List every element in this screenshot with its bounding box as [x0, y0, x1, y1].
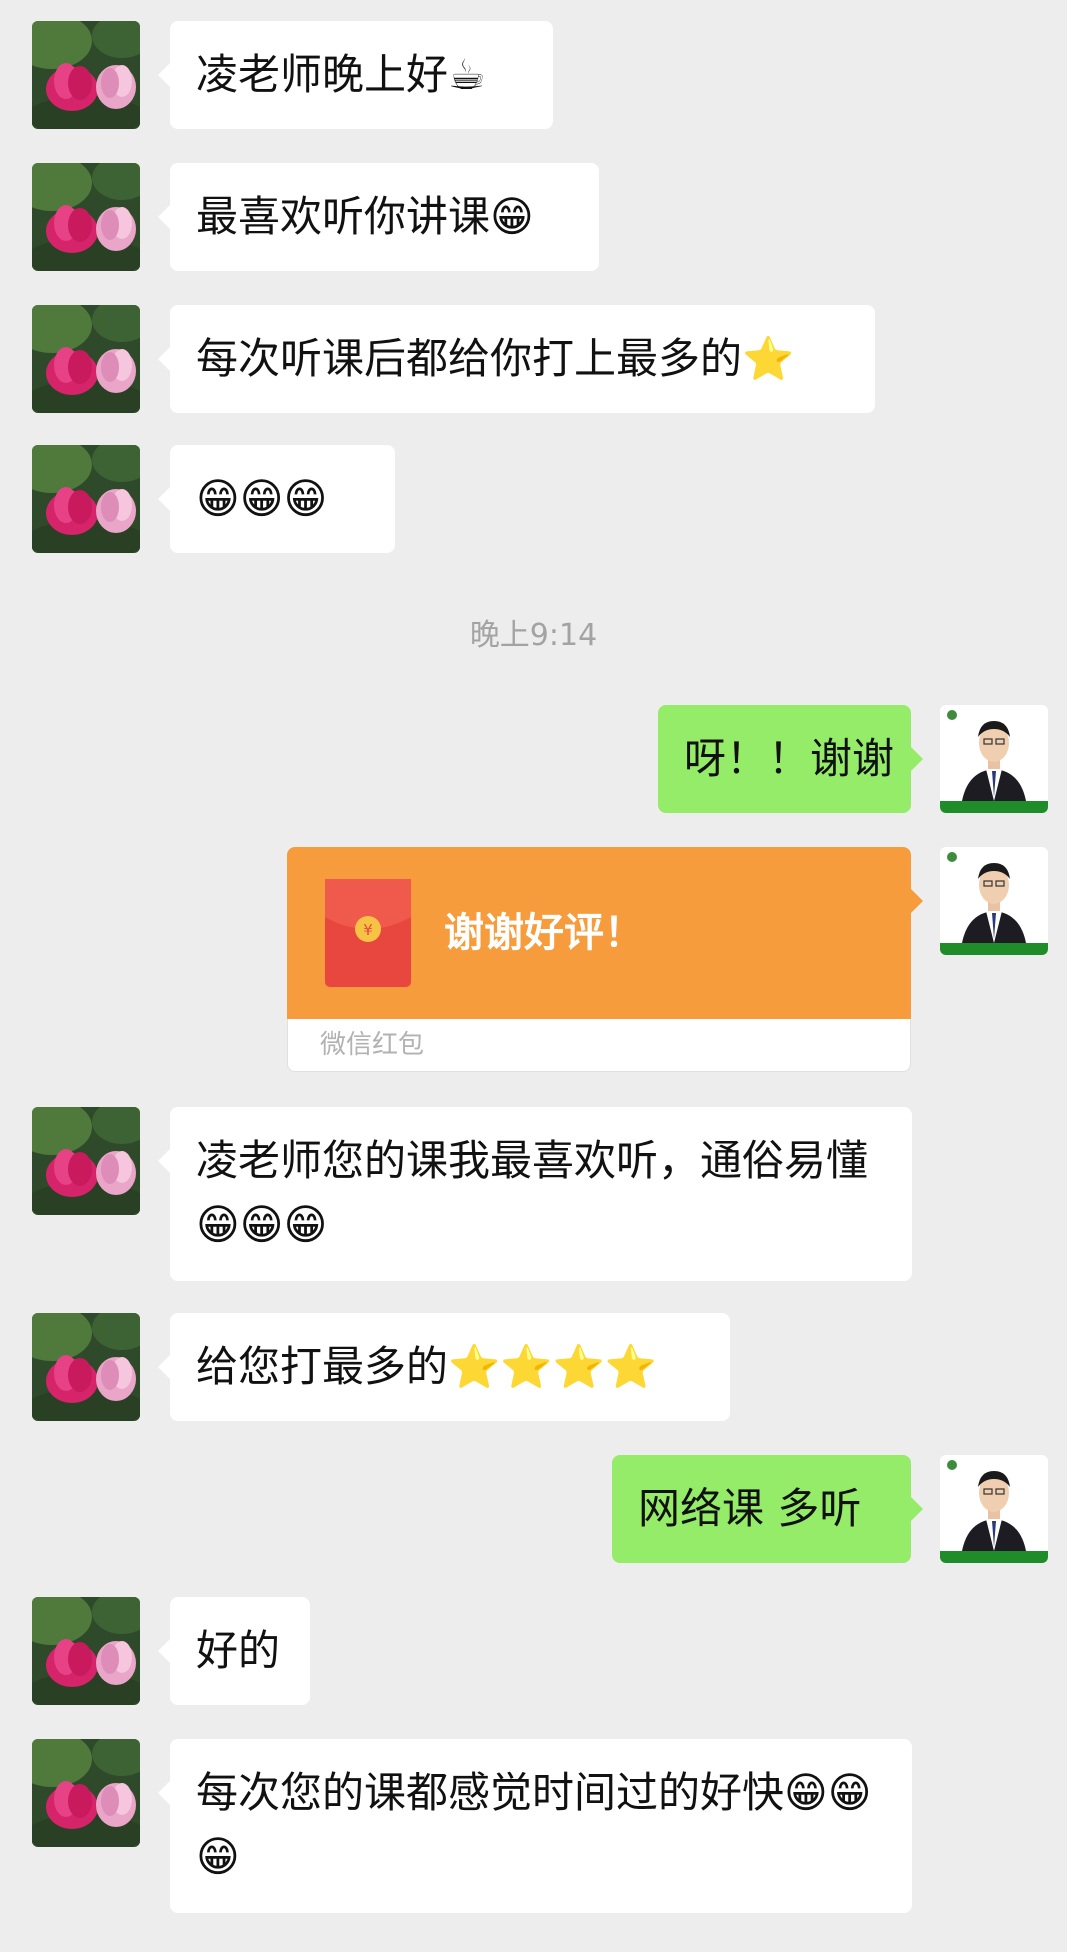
message-text: 凌老师晚上好☕ [196, 50, 486, 99]
self-avatar[interactable] [940, 1455, 1048, 1563]
red-envelope-icon: ¥ [325, 879, 411, 987]
red-packet-card[interactable]: ¥ 谢谢好评！ 微信红包 [287, 847, 923, 1072]
lotus-avatar-icon [32, 305, 140, 413]
lotus-avatar-icon [32, 1739, 140, 1847]
message-bubble-incoming[interactable]: 凌老师您的课我最喜欢听，通俗易懂😁😁😁 [158, 1107, 912, 1281]
message-text: 每次听课后都给你打上最多的⭐ [196, 334, 795, 383]
contact-avatar[interactable] [32, 445, 140, 553]
contact-avatar[interactable] [32, 1739, 140, 1847]
message-text: 网络课 多听 [638, 1484, 862, 1533]
lotus-avatar-icon [32, 1313, 140, 1421]
lotus-avatar-icon [32, 445, 140, 553]
message-text: 给您打最多的⭐⭐⭐⭐ [196, 1342, 658, 1391]
red-packet-body[interactable]: ¥ 谢谢好评！ [287, 847, 923, 1019]
message-text: 好的 [196, 1626, 281, 1675]
message-bubble-outgoing[interactable]: 呀！！谢谢 [658, 705, 923, 813]
message-bubble-incoming[interactable]: 给您打最多的⭐⭐⭐⭐ [158, 1313, 730, 1421]
red-packet-message: 谢谢好评！ [444, 910, 644, 956]
lotus-avatar-icon [32, 1597, 140, 1705]
lotus-avatar-icon [32, 21, 140, 129]
message-text: 每次您的课都感觉时间过的好快😁😁😁 [196, 1768, 872, 1881]
message-text: 最喜欢听你讲课😁 [196, 192, 534, 241]
contact-avatar[interactable] [32, 21, 140, 129]
suit-avatar-icon [940, 847, 1048, 955]
self-avatar[interactable] [940, 705, 1048, 813]
message-bubble-incoming[interactable]: 最喜欢听你讲课😁 [158, 163, 599, 271]
contact-avatar[interactable] [32, 305, 140, 413]
self-avatar[interactable] [940, 847, 1048, 955]
message-bubble-incoming[interactable]: 好的 [158, 1597, 310, 1705]
message-bubble-outgoing[interactable]: 网络课 多听 [612, 1455, 923, 1563]
contact-avatar[interactable] [32, 1313, 140, 1421]
lotus-avatar-icon [32, 163, 140, 271]
chat-timestamp: 晚上9:14 [469, 618, 598, 653]
red-packet-label: 微信红包 [287, 1019, 911, 1072]
suit-avatar-icon [940, 705, 1048, 813]
contact-avatar[interactable] [32, 163, 140, 271]
message-bubble-incoming[interactable]: 每次听课后都给你打上最多的⭐ [158, 305, 875, 413]
message-bubble-incoming[interactable]: 凌老师晚上好☕ [158, 21, 553, 129]
message-text: 凌老师您的课我最喜欢听，通俗易懂😁😁😁 [196, 1136, 869, 1249]
svg-text:¥: ¥ [363, 921, 373, 939]
lotus-avatar-icon [32, 1107, 140, 1215]
contact-avatar[interactable] [32, 1107, 140, 1215]
message-text: 呀！！谢谢 [684, 734, 895, 783]
contact-avatar[interactable] [32, 1597, 140, 1705]
message-bubble-incoming[interactable]: 每次您的课都感觉时间过的好快😁😁😁 [158, 1739, 912, 1913]
message-bubble-incoming[interactable]: 😁😁😁 [158, 445, 395, 553]
suit-avatar-icon [940, 1455, 1048, 1563]
message-text: 😁😁😁 [196, 474, 328, 523]
